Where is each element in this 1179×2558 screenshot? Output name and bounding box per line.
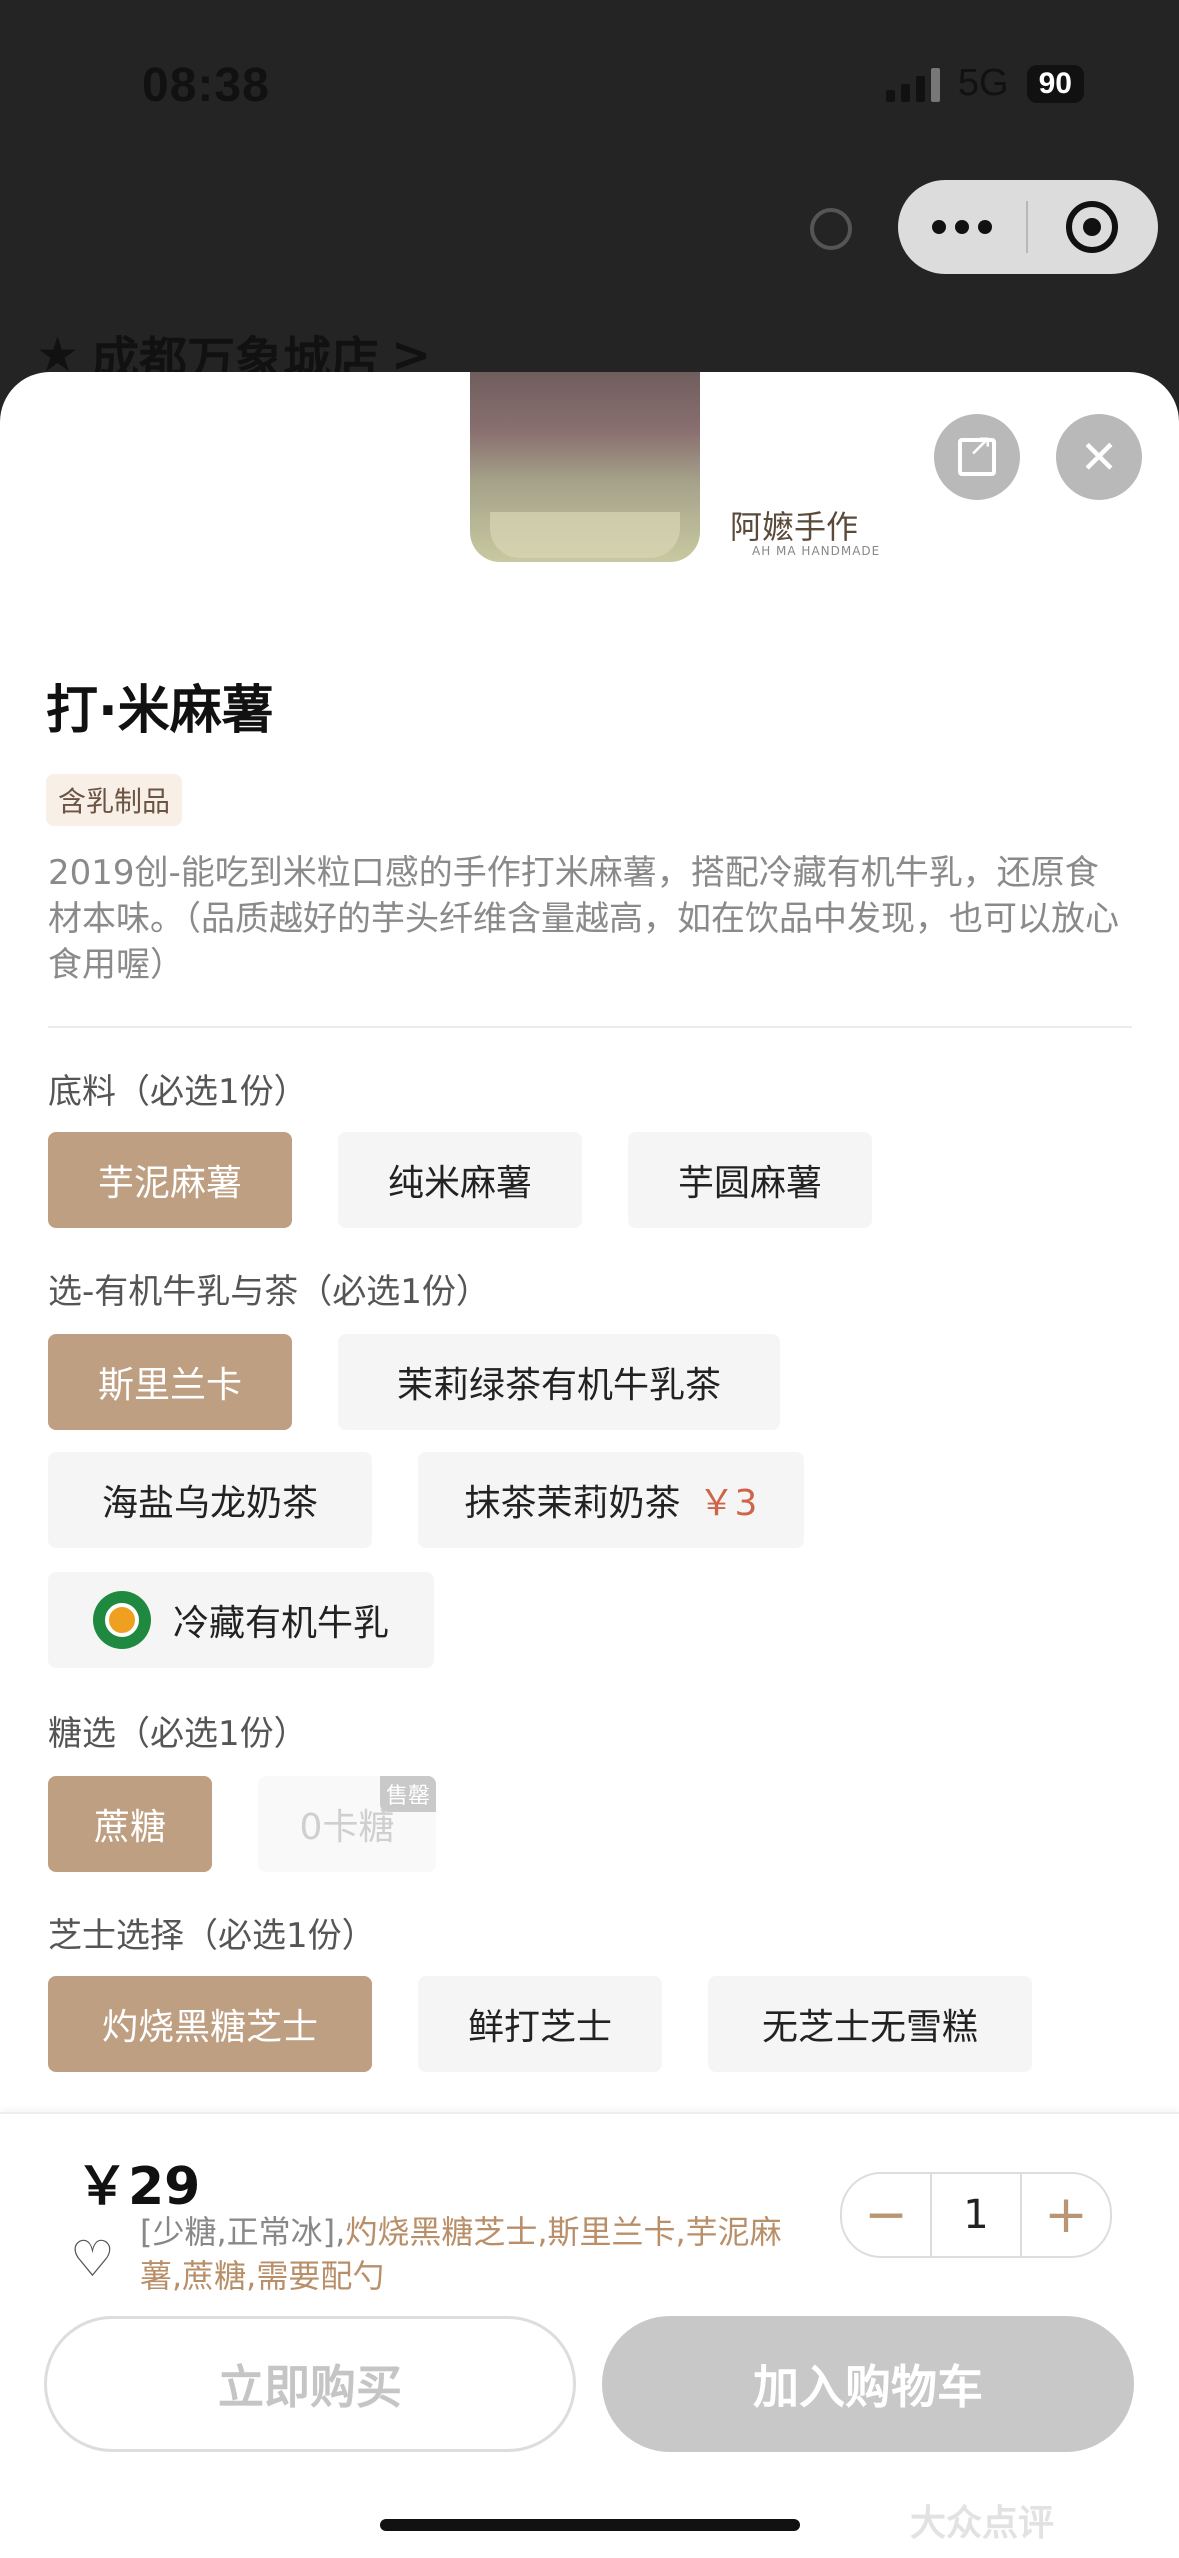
option-sri-lanka[interactable]: 斯里兰卡 bbox=[48, 1334, 292, 1430]
share-icon bbox=[958, 428, 996, 476]
option-matcha-jasmine[interactable]: 抹茶茉莉奶茶 ￥3 bbox=[418, 1452, 804, 1548]
search-icon[interactable] bbox=[810, 208, 852, 250]
option-brulee-cheese[interactable]: 灼烧黑糖芝士 bbox=[48, 1976, 372, 2072]
option-no-cheese[interactable]: 无芝士无雪糕 bbox=[708, 1976, 1032, 2072]
dairy-tag: 含乳制品 bbox=[46, 774, 183, 826]
more-icon[interactable] bbox=[898, 220, 1026, 234]
section-label-sugar: 糖选（必选1份） bbox=[48, 1714, 308, 1754]
option-organic-milk[interactable]: 冷藏有机牛乳 bbox=[48, 1572, 434, 1668]
option-sea-salt-oolong[interactable]: 海盐乌龙奶茶 bbox=[48, 1452, 372, 1548]
product-title: 打·米麻薯 bbox=[46, 681, 274, 741]
buy-now-button[interactable]: 立即购买 bbox=[44, 2316, 576, 2452]
option-taro-mochi[interactable]: 芋泥麻薯 bbox=[48, 1132, 292, 1228]
sold-out-badge: 售罄 bbox=[379, 1776, 436, 1812]
option-zero-cal-sugar: 0卡糖 售罄 bbox=[258, 1776, 436, 1872]
section-label-cheese: 芝士选择（必选1份） bbox=[48, 1916, 376, 1956]
network-label: 5G bbox=[957, 62, 1009, 104]
drink-cup-image bbox=[470, 372, 700, 562]
watermark: 大众点评 bbox=[910, 2503, 1055, 2544]
option-extra-price: ￥3 bbox=[698, 1483, 758, 1524]
section-label-milk-tea: 选-有机牛乳与茶（必选1份） bbox=[48, 1272, 490, 1312]
selection-summary-plain: [少糖,正常冰], bbox=[140, 2213, 346, 2251]
increase-button[interactable]: + bbox=[1022, 2174, 1110, 2256]
add-to-cart-button[interactable]: 加入购物车 bbox=[602, 2316, 1134, 2452]
selection-summary: [少糖,正常冰],灼烧黑糖芝士,斯里兰卡,芋泥麻薯,蔗糖,需要配勺 bbox=[140, 2210, 800, 2298]
close-miniprogram-icon[interactable] bbox=[1028, 201, 1156, 253]
brand-logo: 阿嬷手作 bbox=[730, 508, 859, 546]
decrease-button[interactable]: − bbox=[842, 2174, 930, 2256]
quantity-value: 1 bbox=[930, 2174, 1022, 2256]
share-button[interactable] bbox=[934, 414, 1020, 500]
product-description: 2019创-能吃到米粒口感的手作打米麻薯，搭配冷藏有机牛乳，还原食材本味。（品质… bbox=[48, 853, 1119, 985]
miniprogram-capsule bbox=[898, 180, 1158, 274]
option-organic-milk-label: 冷藏有机牛乳 bbox=[172, 1603, 389, 1644]
close-icon: ✕ bbox=[1079, 430, 1119, 484]
home-indicator bbox=[380, 2519, 800, 2531]
bottom-action-bar: ￥29 ♡ [少糖,正常冰],灼烧黑糖芝士,斯里兰卡,芋泥麻薯,蔗糖,需要配勺 … bbox=[0, 2112, 1179, 2558]
option-rice-mochi[interactable]: 纯米麻薯 bbox=[338, 1132, 582, 1228]
status-time: 08:38 bbox=[142, 59, 270, 112]
total-price: ￥29 bbox=[76, 2157, 201, 2217]
divider bbox=[48, 1026, 1132, 1028]
close-button[interactable]: ✕ bbox=[1056, 414, 1142, 500]
battery-icon: 90 bbox=[1026, 64, 1084, 103]
option-fresh-cheese[interactable]: 鲜打芝士 bbox=[418, 1976, 662, 2072]
option-matcha-jasmine-label: 抹茶茉莉奶茶 bbox=[464, 1483, 681, 1524]
organic-certified-icon bbox=[92, 1591, 151, 1649]
section-label-base: 底料（必选1份） bbox=[48, 1072, 308, 1112]
brand-logo-sub: AH MA HANDMADE bbox=[752, 544, 881, 558]
signal-icon bbox=[885, 66, 940, 102]
option-taro-ball-mochi[interactable]: 芋圆麻薯 bbox=[628, 1132, 872, 1228]
quantity-stepper: − 1 + bbox=[840, 2172, 1112, 2258]
option-cane-sugar[interactable]: 蔗糖 bbox=[48, 1776, 212, 1872]
option-jasmine-milk-tea[interactable]: 茉莉绿茶有机牛乳茶 bbox=[338, 1334, 780, 1430]
product-image bbox=[470, 372, 700, 572]
favorite-icon[interactable]: ♡ bbox=[70, 2230, 115, 2288]
status-indicators: 5G 90 bbox=[885, 62, 1084, 105]
